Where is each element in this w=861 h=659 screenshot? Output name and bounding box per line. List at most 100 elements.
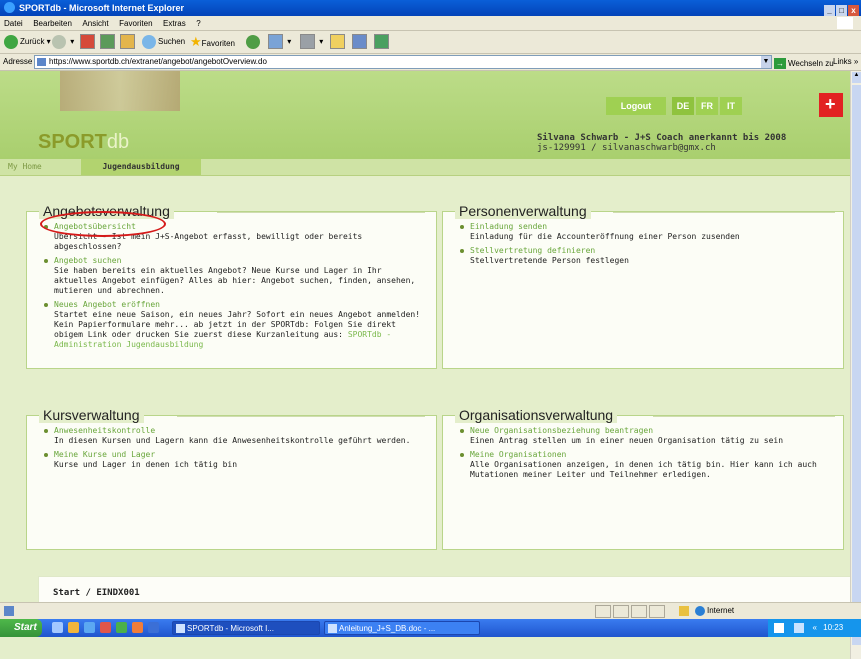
link-stellvertretung[interactable]: Stellvertretung definieren bbox=[470, 246, 839, 256]
logout-button[interactable]: Logout bbox=[606, 97, 666, 115]
task-label: Anleitung_J+S_DB.doc - ... bbox=[339, 624, 436, 633]
list-item: Meine Kurse und Lager Kurse und Lager in … bbox=[43, 450, 423, 470]
ie-task-icon bbox=[176, 624, 185, 633]
link-anwesenheitskontrolle[interactable]: Anwesenheitskontrolle bbox=[54, 426, 423, 436]
org-list: Neue Organisationsbeziehung beantragen Ei… bbox=[459, 426, 839, 484]
search-button[interactable]: Suchen bbox=[142, 34, 185, 50]
edit-button[interactable] bbox=[330, 34, 347, 50]
mail-button[interactable]: ▾ bbox=[268, 34, 291, 50]
scroll-thumb[interactable] bbox=[852, 85, 861, 645]
word-task-icon bbox=[328, 624, 337, 633]
user-name: Silvana Schwarb - J+S Coach anerkannt bi… bbox=[537, 133, 787, 143]
go-button[interactable]: → Wechseln zu bbox=[774, 56, 834, 72]
menu-ansicht[interactable]: Ansicht bbox=[82, 19, 108, 28]
menu-extras[interactable]: Extras bbox=[163, 19, 186, 28]
highlight-circle bbox=[40, 211, 166, 237]
quicklaunch-ppt-icon[interactable] bbox=[132, 622, 143, 633]
quicklaunch-app-icon[interactable] bbox=[100, 622, 111, 633]
divider bbox=[217, 212, 425, 213]
list-item: Neues Angebot eröffnen Startet eine neue … bbox=[43, 300, 423, 350]
tray-help-icon[interactable] bbox=[774, 622, 784, 633]
refresh-button[interactable] bbox=[100, 34, 117, 50]
lang-fr-button[interactable]: FR bbox=[696, 97, 718, 115]
stop-button[interactable] bbox=[80, 34, 97, 50]
link-meine-organisationen[interactable]: Meine Organisationen bbox=[470, 450, 839, 460]
link-angebot-suchen[interactable]: Angebot suchen bbox=[54, 256, 423, 266]
stop-icon bbox=[80, 34, 95, 50]
toolbar: Zurück ▾ ▾ Suchen ★Favoriten ▾ ▾ bbox=[0, 31, 861, 54]
go-label: Wechseln zu bbox=[788, 59, 834, 68]
divider bbox=[653, 416, 835, 417]
tray-expand-icon[interactable]: « bbox=[812, 623, 816, 632]
clock: 10:23 bbox=[823, 623, 844, 632]
tab-jugendausbildung[interactable]: Jugendausbildung bbox=[81, 159, 201, 175]
tab-my-home[interactable]: My Home bbox=[8, 159, 42, 175]
quicklaunch-desktop-icon[interactable] bbox=[52, 622, 63, 633]
list-item: Anwesenheitskontrolle In diesen Kursen un… bbox=[43, 426, 423, 446]
forward-button[interactable]: ▾ bbox=[52, 34, 74, 50]
panel-kursverwaltung: Kursverwaltung Anwesenheitskontrolle In d… bbox=[26, 407, 437, 550]
link-organisationsbeziehung[interactable]: Neue Organisationsbeziehung beantragen bbox=[470, 426, 839, 436]
discuss-button[interactable] bbox=[352, 34, 369, 50]
item-desc: Einladung für die Accounteröffnung einer… bbox=[470, 232, 740, 241]
menu-favoriten[interactable]: Favoriten bbox=[119, 19, 152, 28]
back-button[interactable]: Zurück ▾ bbox=[4, 34, 51, 50]
home-button[interactable] bbox=[120, 34, 137, 50]
divider bbox=[177, 416, 425, 417]
quicklaunch-folder-icon[interactable] bbox=[68, 622, 79, 633]
favorites-button[interactable]: ★Favoriten bbox=[190, 34, 235, 50]
link-neues-angebot[interactable]: Neues Angebot eröffnen bbox=[54, 300, 423, 310]
link-einladung-senden[interactable]: Einladung senden bbox=[470, 222, 839, 232]
window-title: SPORTdb - Microsoft Internet Explorer bbox=[19, 3, 185, 13]
panel-organisationsverwaltung: Organisationsverwaltung Neue Organisatio… bbox=[442, 407, 844, 550]
list-item: Neue Organisationsbeziehung beantragen Ei… bbox=[459, 426, 839, 446]
mail-icon bbox=[268, 34, 283, 50]
vertical-scrollbar[interactable]: ▲ bbox=[850, 71, 861, 659]
windows-flag-icon bbox=[837, 17, 853, 29]
page-content: SPORTdb Logout DE FR IT Silvana Schwarb … bbox=[0, 71, 850, 659]
lang-de-button[interactable]: DE bbox=[672, 97, 694, 115]
taskbar-item-ie[interactable]: SPORTdb - Microsoft I... bbox=[172, 621, 320, 635]
list-item: Angebot suchen Sie haben bereits ein aktu… bbox=[43, 256, 423, 296]
maximize-button[interactable]: □ bbox=[836, 5, 847, 16]
panel-title: Organisationsverwaltung bbox=[455, 407, 618, 423]
print-button[interactable]: ▾ bbox=[300, 34, 323, 50]
menu-help[interactable]: ? bbox=[196, 19, 200, 28]
quicklaunch-word-icon[interactable] bbox=[148, 622, 159, 633]
panel-title: Personenverwaltung bbox=[455, 203, 591, 219]
back-arrow-icon bbox=[4, 34, 18, 49]
list-item: Einladung senden Einladung für die Accoun… bbox=[459, 222, 839, 242]
chevron-down-icon[interactable]: ▼ bbox=[761, 56, 771, 68]
system-tray: « 10:23 bbox=[768, 619, 861, 637]
search-label: Suchen bbox=[158, 37, 186, 46]
links-button[interactable]: Links » bbox=[833, 54, 858, 70]
header-banner: SPORTdb Logout DE FR IT Silvana Schwarb … bbox=[0, 71, 850, 159]
history-icon bbox=[246, 34, 260, 49]
scroll-up-icon[interactable]: ▲ bbox=[852, 72, 861, 83]
history-button[interactable] bbox=[246, 34, 262, 50]
quicklaunch-excel-icon[interactable] bbox=[116, 622, 127, 633]
start-button[interactable]: Start bbox=[0, 619, 42, 637]
zone-indicator: Internet bbox=[695, 603, 734, 619]
lang-it-button[interactable]: IT bbox=[720, 97, 742, 115]
user-id: js-129991 / silvanaschwarb@gmx.ch bbox=[537, 143, 716, 153]
quicklaunch-ie-icon[interactable] bbox=[84, 622, 95, 633]
link-meine-kurse[interactable]: Meine Kurse und Lager bbox=[54, 450, 423, 460]
menu-bearbeiten[interactable]: Bearbeiten bbox=[33, 19, 72, 28]
item-desc: Sie haben bereits ein aktuelles Angebot?… bbox=[54, 266, 416, 295]
status-bar: Internet bbox=[0, 602, 861, 619]
taskbar: Start SPORTdb - Microsoft I... Anleitung… bbox=[0, 619, 861, 637]
ie-icon bbox=[4, 2, 15, 13]
panel-personenverwaltung: Personenverwaltung Einladung senden Einla… bbox=[442, 203, 844, 369]
nav-bar: My Home Jugendausbildung bbox=[0, 159, 850, 176]
address-input[interactable]: https://www.sportdb.ch/extranet/angebot/… bbox=[34, 55, 772, 69]
messenger-button[interactable] bbox=[374, 34, 391, 50]
home-icon bbox=[120, 34, 135, 50]
taskbar-item-word[interactable]: Anleitung_J+S_DB.doc - ... bbox=[324, 621, 480, 635]
edit-icon bbox=[330, 34, 345, 50]
tray-volume-icon[interactable] bbox=[794, 622, 805, 633]
close-button[interactable]: x bbox=[848, 5, 859, 16]
minimize-button[interactable]: _ bbox=[824, 5, 835, 16]
menu-datei[interactable]: Datei bbox=[4, 19, 23, 28]
page-icon bbox=[37, 58, 46, 66]
